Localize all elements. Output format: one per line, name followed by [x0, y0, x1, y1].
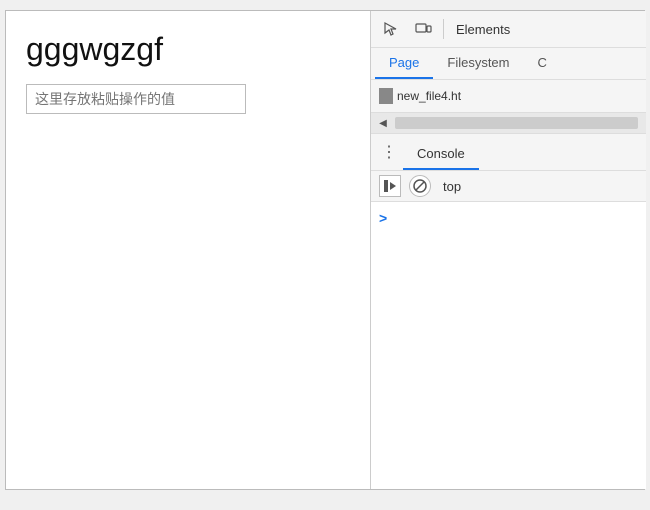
inspect-icon[interactable]: [379, 17, 403, 41]
block-icon[interactable]: [409, 175, 431, 197]
tab-filesystem[interactable]: Filesystem: [433, 48, 523, 79]
page-title: gggwgzgf: [26, 31, 350, 68]
tab-console[interactable]: Console: [403, 139, 479, 170]
device-icon[interactable]: [411, 17, 435, 41]
left-panel: gggwgzgf: [6, 11, 371, 489]
elements-label: Elements: [456, 22, 510, 37]
file-row[interactable]: new_file4.ht: [371, 84, 646, 108]
scrollbar-track[interactable]: [395, 117, 638, 129]
clear-console-button[interactable]: [379, 175, 401, 197]
console-tab-row: ⋮ Console: [371, 134, 646, 171]
scroll-left-button[interactable]: ◀: [375, 115, 391, 131]
toolbar-separator: [443, 19, 444, 39]
console-prompt: >: [379, 210, 638, 226]
console-body[interactable]: >: [371, 202, 646, 489]
main-container: gggwgzgf Elements: [5, 10, 645, 490]
file-tree: new_file4.ht: [371, 80, 646, 113]
devtools-toolbar: Elements: [371, 11, 646, 48]
console-menu-icon[interactable]: ⋮: [375, 134, 403, 170]
tab-page[interactable]: Page: [375, 48, 433, 79]
top-label: top: [443, 179, 461, 194]
tab-c[interactable]: C: [524, 48, 561, 79]
devtools-tabs: Page Filesystem C: [371, 48, 646, 80]
console-toolbar: top: [371, 171, 646, 202]
file-name: new_file4.ht: [397, 89, 461, 103]
prompt-arrow: >: [379, 210, 387, 226]
paste-input[interactable]: [26, 84, 246, 114]
devtools-panel: Elements Page Filesystem C new_file4.ht …: [371, 11, 646, 489]
scrollbar-row: ◀: [371, 113, 646, 134]
file-icon: [379, 88, 393, 104]
